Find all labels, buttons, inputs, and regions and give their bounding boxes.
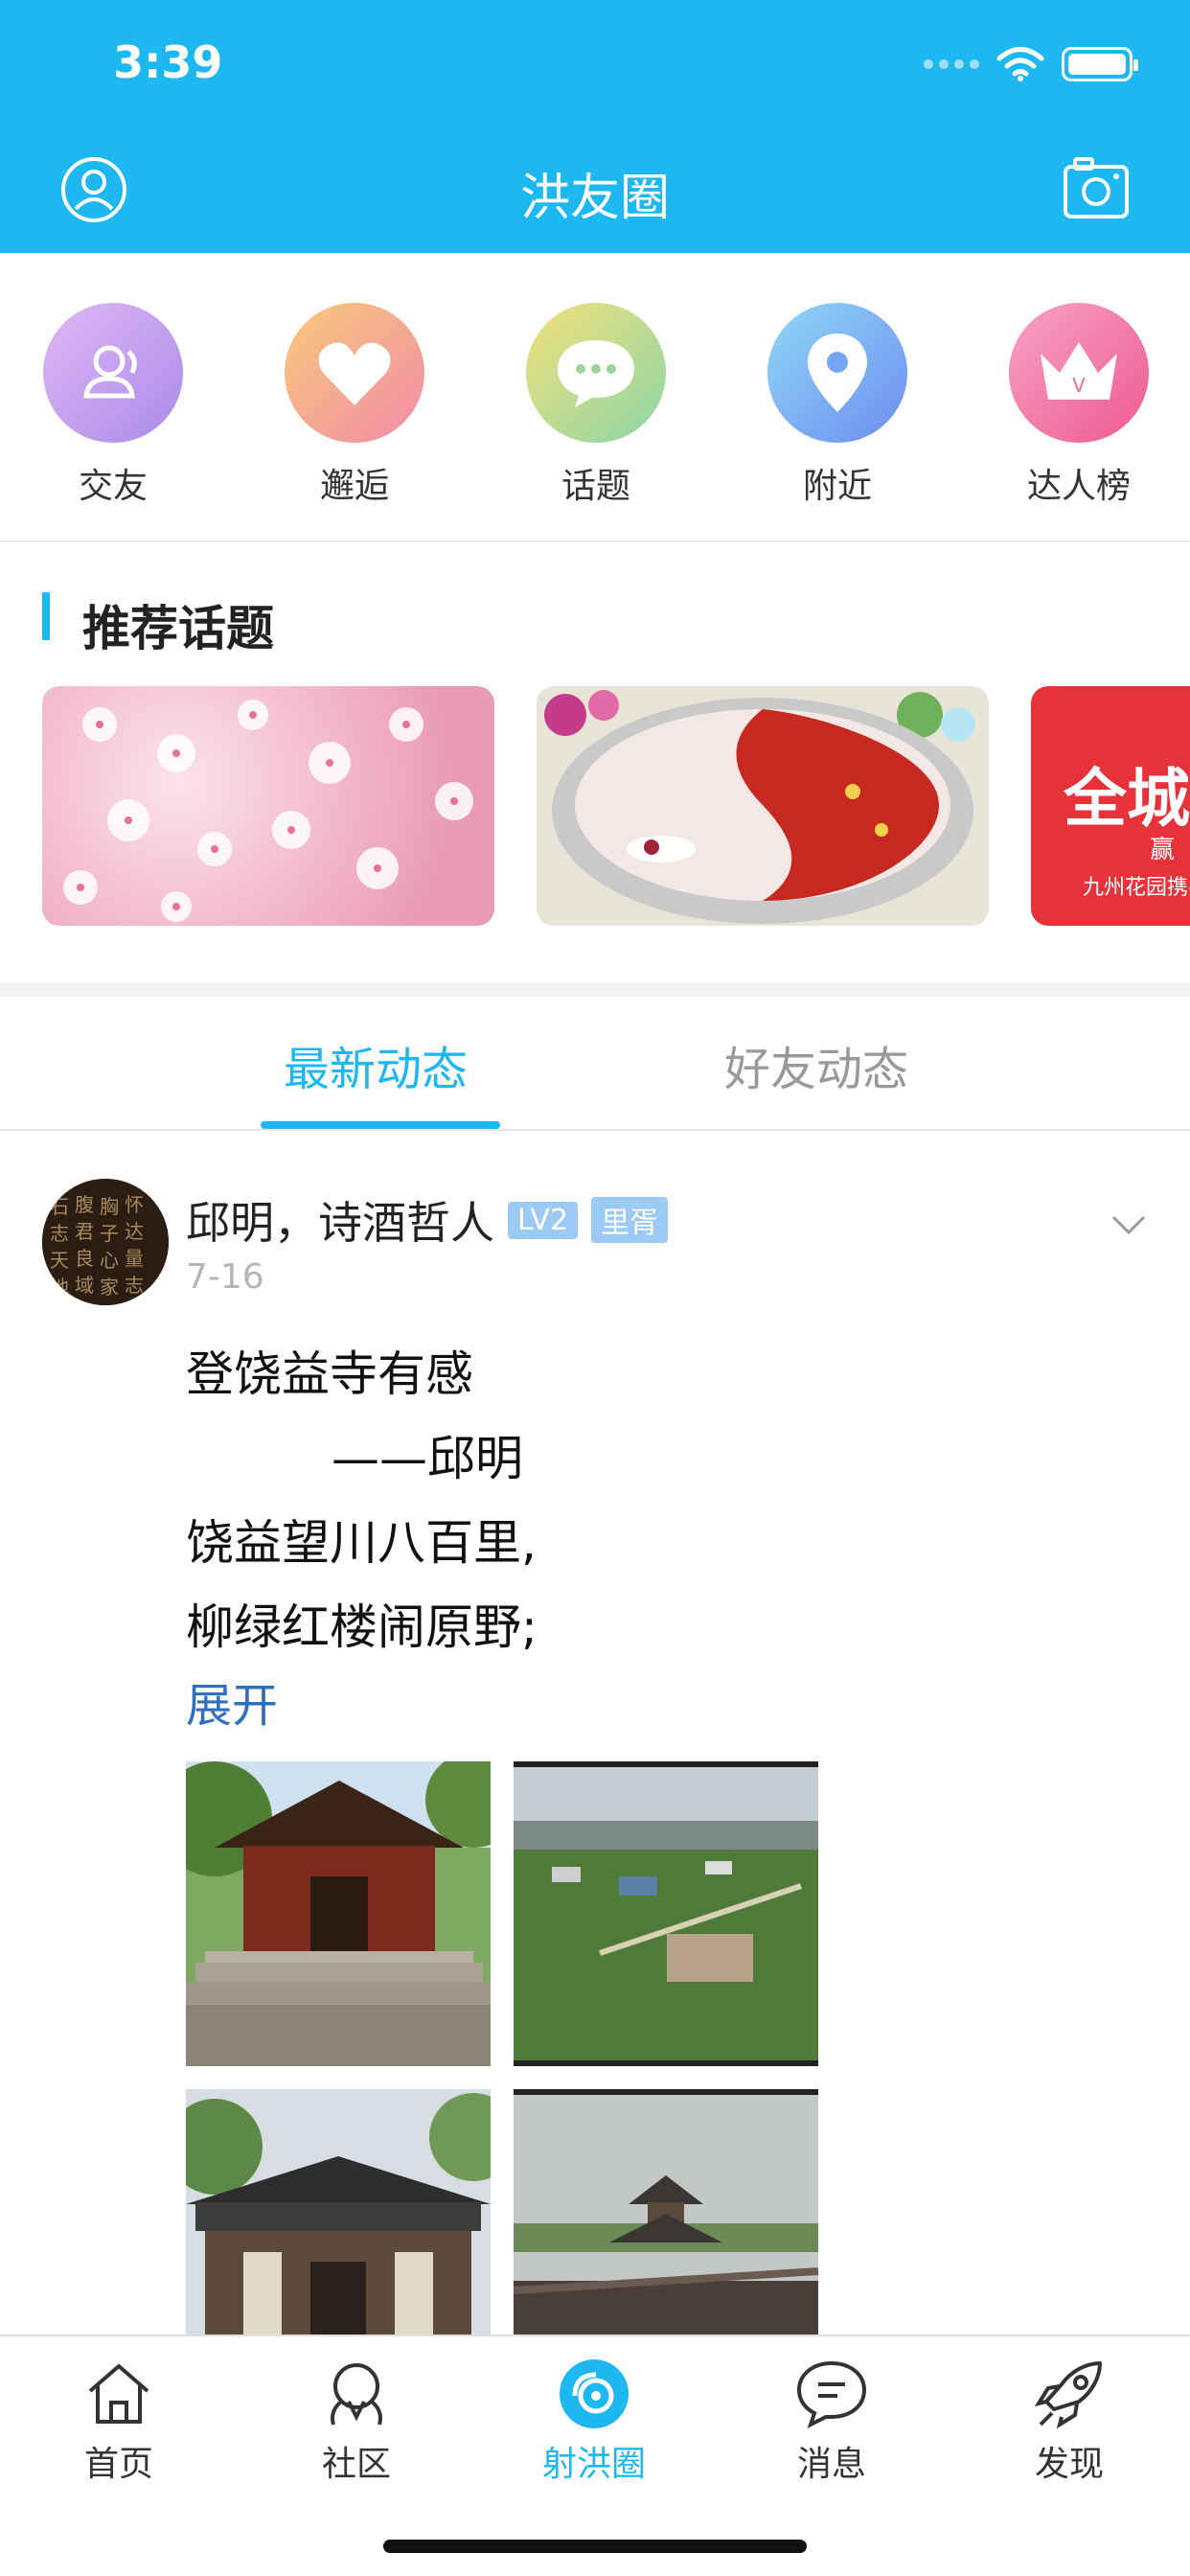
section-title: 推荐话题: [82, 601, 274, 656]
home-icon: [82, 2358, 155, 2430]
section-accent-bar: [42, 592, 50, 640]
quick-nearby[interactable]: 附近: [751, 303, 924, 508]
status-time: 3:39: [113, 36, 223, 88]
quick-friends[interactable]: 交友: [27, 303, 199, 508]
tab-label: 消息: [796, 2445, 866, 2484]
svg-text:V: V: [1072, 374, 1086, 397]
promo-sub-text: 九州花园携手: [1083, 876, 1190, 900]
svg-text:胸: 胸: [100, 1195, 119, 1218]
svg-text:地: 地: [50, 1276, 69, 1299]
svg-text:君: 君: [75, 1220, 94, 1243]
rocket-icon: [1033, 2358, 1106, 2430]
community-icon: [320, 2358, 393, 2430]
quick-topics[interactable]: 话题: [510, 303, 682, 508]
tab-label: 射洪圈: [541, 2445, 646, 2484]
signal-icon: [924, 59, 979, 69]
heart-icon: [285, 303, 424, 443]
quick-encounter[interactable]: 邂逅: [268, 303, 441, 508]
battery-icon: [1062, 47, 1138, 81]
svg-text:量: 量: [125, 1247, 144, 1270]
tab-messages[interactable]: 消息: [736, 2358, 927, 2486]
top-header: 3:39 洪友圈: [0, 0, 1190, 253]
chevron-down-icon[interactable]: [1110, 1213, 1148, 1236]
tab-label: 发现: [1034, 2445, 1104, 2484]
home-indicator[interactable]: [383, 2540, 807, 2553]
tab-home[interactable]: 首页: [23, 2358, 215, 2486]
svg-text:石: 石: [50, 1195, 69, 1218]
feed-tabs: 最新动态 好友动态: [0, 997, 1190, 1131]
author-name[interactable]: 邱明，诗酒哲人: [186, 1188, 494, 1252]
quick-talent-rank[interactable]: V 达人榜: [993, 303, 1165, 508]
tab-circle[interactable]: 射洪圈: [498, 2358, 690, 2486]
area-badge: 里胥: [591, 1197, 669, 1243]
quick-label: 交友: [78, 467, 148, 506]
page-title: 洪友圈: [519, 170, 670, 227]
quick-label: 附近: [802, 467, 872, 506]
temple-gate-photo[interactable]: [186, 1761, 491, 2066]
quick-links: 交友 邂逅 话题 附近 V 达人榜: [0, 253, 1190, 542]
post-date: 7-16: [186, 1257, 264, 1297]
wifi-icon: [996, 47, 1044, 81]
friends-icon: [43, 303, 183, 443]
svg-text:怀: 怀: [125, 1193, 144, 1216]
crown-icon: V: [1009, 303, 1149, 443]
quick-label: 达人榜: [1026, 467, 1131, 506]
status-indicators: [924, 46, 1138, 82]
tab-label: 社区: [321, 2445, 391, 2484]
svg-text:域: 域: [75, 1274, 94, 1297]
quick-label: 邂逅: [319, 467, 389, 506]
promo-side-text: 赢: [1150, 836, 1176, 864]
feed-post: 石腹胸怀 志君子达 天良心量 地域家志 邱明，诗酒哲人 LV2 里胥 7-16 …: [0, 1131, 1190, 2334]
temple-hall-photo[interactable]: [186, 2089, 491, 2334]
promo-main-text: 全城: [1064, 762, 1190, 836]
camera-icon[interactable]: [1062, 153, 1131, 222]
promo-banner-image[interactable]: 全城 赢 九州花园携手: [1031, 686, 1190, 926]
tab-community[interactable]: 社区: [261, 2358, 452, 2486]
post-line: ——邱明: [332, 1431, 523, 1486]
svg-text:子: 子: [100, 1222, 119, 1245]
level-badge: LV2: [508, 1201, 579, 1239]
section-divider: [0, 983, 1190, 997]
tab-latest[interactable]: 最新动态: [284, 1031, 468, 1098]
svg-text:家: 家: [100, 1276, 119, 1299]
svg-text:志: 志: [50, 1222, 69, 1245]
chat-bubble-icon: [526, 303, 666, 443]
circle-camera-icon: [558, 2358, 630, 2430]
tab-label: 首页: [83, 2445, 153, 2484]
post-line: 登饶益寺有感: [186, 1346, 473, 1402]
pagoda-roof-photo[interactable]: [514, 2089, 818, 2334]
svg-text:良: 良: [75, 1247, 94, 1270]
svg-text:达: 达: [125, 1220, 144, 1243]
hotpot-image[interactable]: [537, 686, 989, 926]
svg-text:腹: 腹: [75, 1193, 94, 1216]
recommended-section: 推荐话题 全城 赢 九州花园携: [0, 542, 1190, 983]
expand-link[interactable]: 展开: [186, 1668, 278, 1735]
village-field-photo[interactable]: [514, 1761, 818, 2066]
post-content: 登饶益寺有感 ——邱明 饶益望川八百里, 柳绿红楼闹原野;: [186, 1332, 538, 1669]
post-line: 饶益望川八百里,: [186, 1515, 537, 1571]
author-row: 邱明，诗酒哲人 LV2 里胥: [186, 1188, 669, 1252]
tab-active-indicator: [261, 1121, 500, 1129]
svg-text:心: 心: [100, 1249, 119, 1272]
cherry-blossom-image[interactable]: [42, 686, 494, 926]
svg-text:天: 天: [50, 1249, 69, 1272]
message-icon: [795, 2358, 868, 2430]
svg-text:志: 志: [125, 1274, 144, 1297]
location-pin-icon: [767, 303, 907, 443]
post-line: 柳绿红楼闹原野;: [186, 1599, 538, 1655]
avatar[interactable]: 石腹胸怀 志君子达 天良心量 地域家志: [42, 1179, 169, 1305]
quick-label: 话题: [561, 467, 630, 506]
tab-friends[interactable]: 好友动态: [724, 1031, 908, 1098]
tab-discover[interactable]: 发现: [973, 2358, 1165, 2486]
